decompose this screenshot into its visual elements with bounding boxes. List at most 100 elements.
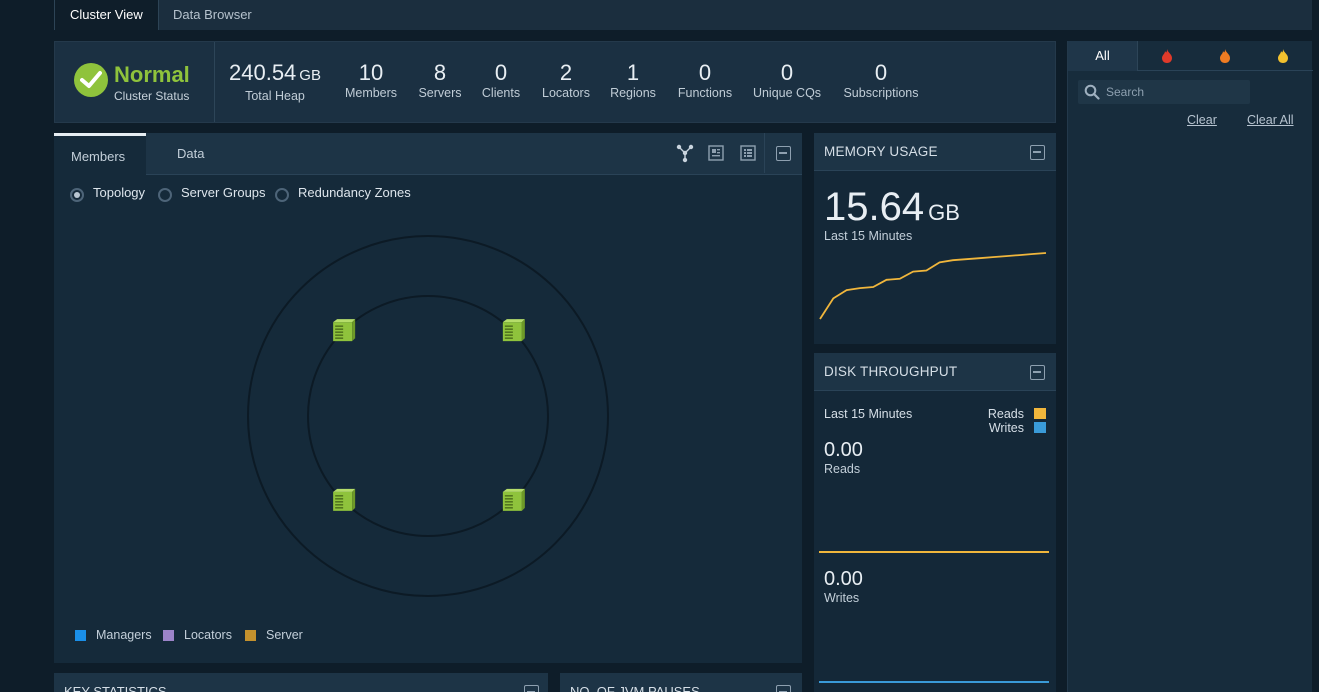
legend-reads-swatch (1034, 408, 1046, 419)
alerts-panel: All Clear Clear All (1067, 41, 1313, 692)
disk-throughput-period: Last 15 Minutes (824, 407, 913, 421)
alerts-tab-bar: All (1068, 41, 1313, 71)
alerts-tab-severe[interactable] (1138, 41, 1196, 71)
memory-usage-unit: GB (928, 200, 960, 225)
stat-functions: 0 Functions (673, 60, 737, 100)
legend-server: Server (245, 628, 303, 642)
stat-locators: 2 Locators (536, 60, 596, 100)
outer-ring (247, 235, 609, 597)
legend-managers-label: Managers (96, 628, 152, 642)
memory-usage-panel: MEMORY USAGE 15.64 GB Last 15 Minutes (814, 133, 1056, 344)
stat-clients-label: Clients (481, 86, 521, 100)
detail-view-icon[interactable] (706, 143, 726, 163)
alerts-tab-warning[interactable] (1254, 41, 1312, 71)
disk-writes-label: Writes (824, 591, 860, 605)
stat-subscriptions-value: 0 (874, 60, 888, 85)
legend-server-label: Server (266, 628, 303, 642)
tab-data[interactable]: Data (146, 133, 216, 175)
radio-redundancy-zones[interactable]: Redundancy Zones (275, 185, 411, 202)
legend-writes-label: Writes (988, 421, 1024, 435)
disk-writes-value: 0.00 (824, 568, 863, 590)
disk-reads-value: 0.00 (824, 439, 863, 461)
tab-members[interactable]: Members (54, 133, 146, 175)
key-statistics-panel: KEY STATISTICS (54, 673, 548, 692)
stat-regions-label: Regions (610, 86, 656, 100)
jvm-pauses-minimize-icon[interactable] (776, 685, 791, 692)
key-statistics-minimize-icon[interactable] (524, 685, 539, 692)
memory-usage-value: 15.64 (824, 185, 925, 229)
legend-server-swatch (245, 629, 256, 641)
radio-redundancy-zones-label: Redundancy Zones (298, 185, 411, 200)
stat-unique-cqs-value: 0 (780, 60, 794, 85)
disk-throughput-title: DISK THROUGHPUT (824, 364, 958, 379)
stat-servers-label: Servers (418, 86, 462, 100)
stat-subscriptions: 0 Subscriptions (838, 60, 924, 100)
alerts-search-input[interactable] (1106, 83, 1246, 101)
stat-total-heap: 240.54 GB Total Heap (225, 60, 325, 103)
member-server-icon[interactable] (333, 488, 356, 511)
radio-topology-indicator (70, 187, 84, 202)
member-server-icon[interactable] (502, 319, 525, 342)
members-panel: Members Data Topology Server Groups Redu… (54, 133, 802, 663)
cluster-status-label: Cluster Status (114, 89, 190, 103)
topology-view-icon[interactable] (675, 143, 695, 163)
legend-reads-label: Reads (987, 407, 1024, 421)
stat-regions: 1 Regions (608, 60, 658, 100)
stat-servers-value: 8 (433, 60, 447, 85)
memory-minimize-icon[interactable] (1030, 145, 1045, 160)
legend-managers: Managers (75, 628, 152, 642)
memory-usage-title: MEMORY USAGE (824, 144, 938, 159)
alerts-tab-all[interactable]: All (1068, 41, 1138, 71)
alerts-tab-error[interactable] (1196, 41, 1254, 71)
legend-writes-swatch (1034, 422, 1046, 433)
members-minimize-icon[interactable] (776, 146, 791, 161)
disk-reads-label: Reads (824, 462, 861, 476)
radio-topology-label: Topology (93, 185, 146, 200)
legend-locators-swatch (163, 629, 174, 641)
radio-server-groups-label: Server Groups (181, 185, 266, 200)
memory-usage-period: Last 15 Minutes (824, 229, 913, 243)
legend-locators: Locators (163, 628, 232, 642)
stat-total-heap-unit: GB (299, 67, 321, 84)
stat-members: 10 Members (339, 60, 403, 100)
members-panel-header: Members Data (54, 133, 802, 175)
stat-locators-value: 2 (559, 60, 573, 85)
clear-link[interactable]: Clear (1187, 113, 1217, 127)
cluster-status-bar: Normal Cluster Status 240.54 GB Total Hea… (54, 41, 1056, 123)
radio-topology[interactable]: Topology (70, 185, 146, 202)
cluster-status-value: Normal (114, 62, 190, 87)
stat-regions-value: 1 (626, 60, 640, 85)
stat-servers: 8 Servers (413, 60, 467, 100)
toolbar-divider (764, 133, 765, 173)
legend-managers-swatch (75, 629, 86, 641)
key-statistics-title: KEY STATISTICS (64, 684, 167, 692)
radio-server-groups[interactable]: Server Groups (158, 185, 266, 202)
radio-redundancy-zones-indicator (275, 187, 289, 202)
status-divider (214, 42, 215, 122)
flame-orange-icon (1220, 49, 1230, 63)
memory-usage-reading: 15.64 GB (824, 185, 960, 230)
search-icon (1084, 84, 1100, 100)
member-server-icon[interactable] (502, 488, 525, 511)
stat-subscriptions-label: Subscriptions (843, 86, 919, 100)
memory-usage-line (819, 252, 1047, 320)
stat-clients-value: 0 (494, 60, 508, 85)
stat-members-value: 10 (358, 60, 384, 85)
memory-usage-chart (819, 252, 1047, 320)
disk-writes-line (819, 681, 1049, 683)
stat-locators-label: Locators (542, 86, 590, 100)
disk-throughput-panel: DISK THROUGHPUT Last 15 Minutes Reads Wr… (814, 353, 1056, 692)
main-tab-bar: Cluster View Data Browser (54, 0, 1312, 30)
tab-data-label: Data (177, 146, 205, 161)
radio-server-groups-indicator (158, 187, 172, 202)
jvm-pauses-panel: NO. OF JVM PAUSES (560, 673, 802, 692)
tab-members-label: Members (71, 149, 126, 164)
disk-reads-line (819, 551, 1049, 553)
member-server-icon[interactable] (333, 319, 356, 342)
tab-cluster-view[interactable]: Cluster View (54, 0, 159, 30)
tab-data-browser[interactable]: Data Browser (158, 0, 267, 30)
grid-view-icon[interactable] (738, 143, 758, 163)
clear-all-link[interactable]: Clear All (1247, 113, 1294, 127)
disk-minimize-icon[interactable] (1030, 365, 1045, 380)
status-ok-icon (74, 63, 108, 97)
